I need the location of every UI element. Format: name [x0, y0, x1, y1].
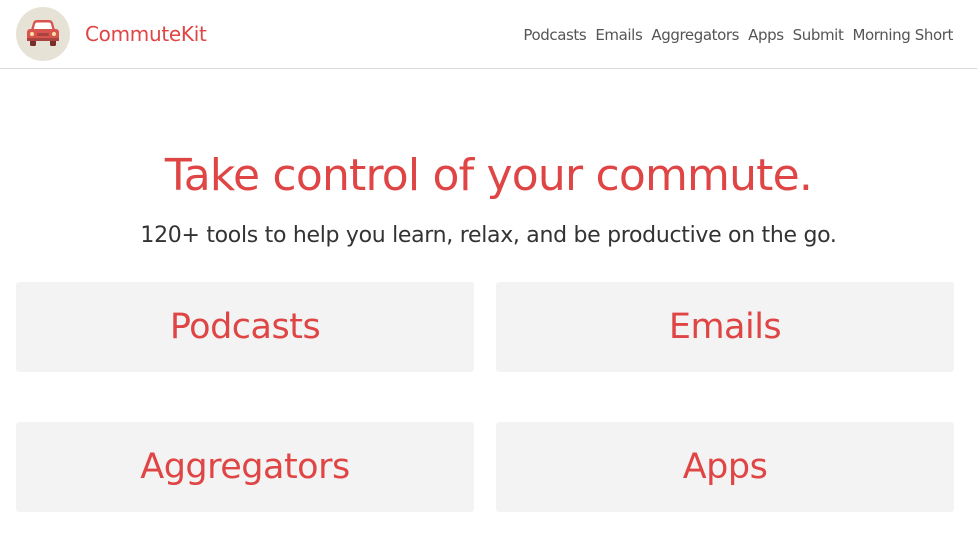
hero-subtitle: 120+ tools to help you learn, relax, and…	[140, 223, 837, 248]
nav-submit[interactable]: Submit	[793, 26, 844, 44]
nav-apps[interactable]: Apps	[748, 26, 784, 44]
category-card-aggregators[interactable]: Aggregators	[16, 422, 474, 512]
car-icon	[16, 7, 70, 61]
nav-emails[interactable]: Emails	[595, 26, 642, 44]
category-card-label: Apps	[682, 447, 768, 487]
category-card-apps[interactable]: Apps	[496, 422, 954, 512]
category-card-podcasts[interactable]: Podcasts	[16, 282, 474, 372]
brand-name: CommuteKit	[85, 22, 207, 46]
navbar: CommuteKit Podcasts Emails Aggregators A…	[0, 0, 977, 69]
nav-morning-short[interactable]: Morning Short	[852, 26, 953, 44]
hero-title: Take control of your commute.	[164, 150, 813, 201]
category-card-label: Podcasts	[169, 307, 321, 347]
nav-podcasts[interactable]: Podcasts	[523, 26, 586, 44]
category-card-emails[interactable]: Emails	[496, 282, 954, 372]
category-card-label: Aggregators	[140, 447, 350, 487]
brand-link[interactable]: CommuteKit	[16, 7, 207, 61]
top-nav: Podcasts Emails Aggregators Apps Submit …	[523, 0, 953, 69]
category-card-label: Emails	[668, 307, 782, 347]
nav-aggregators[interactable]: Aggregators	[651, 26, 739, 44]
